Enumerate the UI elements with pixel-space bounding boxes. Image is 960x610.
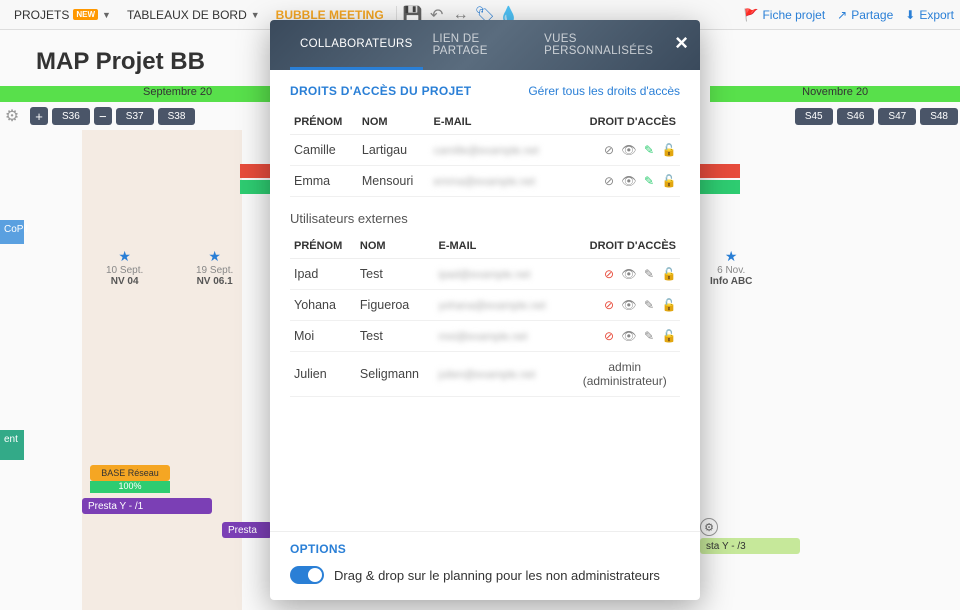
cell-lastname: Test [356,321,435,352]
modal-body: DROITS D'ACCÈS DU PROJET Gérer tous les … [270,70,700,531]
eye-icon[interactable]: 👁 [622,298,636,312]
toggle-row: Drag & drop sur le planning pour les non… [290,566,680,584]
col-lastname: NOM [358,110,430,135]
section-title: DROITS D'ACCÈS DU PROJET [290,84,471,98]
cell-email: julien@example.net [435,352,570,397]
eye-icon[interactable]: 👁 [622,329,636,343]
cell-email: emma@example.net [430,166,567,197]
cell-lastname: Lartigau [358,135,430,166]
table-row: Julien Seligmann julien@example.net admi… [290,352,680,397]
pencil-icon[interactable]: ✎ [642,329,656,343]
cell-access: ⊘ 👁 ✎ 🔓 [566,135,680,166]
cell-lastname: Seligmann [356,352,435,397]
cell-lastname: Test [356,259,435,290]
toggle-knob [308,568,322,582]
eye-icon[interactable]: 👁 [622,174,636,188]
ban-icon[interactable]: ⊘ [602,329,616,343]
cell-firstname: Ipad [290,259,356,290]
collaborators-table: PRÉNOM NOM E-MAIL DROIT D'ACCÈS Camille … [290,110,680,197]
external-users-title: Utilisateurs externes [290,211,680,226]
ban-icon[interactable]: ⊘ [602,174,616,188]
lock-icon[interactable]: 🔓 [662,298,676,312]
lock-icon[interactable]: 🔓 [662,143,676,157]
tab-share-link[interactable]: LIEN DE PARTAGE [423,20,535,70]
col-access: DROIT D'ACCÈS [566,110,680,135]
pencil-icon[interactable]: ✎ [642,267,656,281]
col-firstname: PRÉNOM [290,234,356,259]
cell-firstname: Moi [290,321,356,352]
tab-collaborators[interactable]: COLLABORATEURS [290,20,423,70]
cell-access: admin(administrateur) [569,352,680,397]
cell-firstname: Yohana [290,290,356,321]
eye-icon[interactable]: 👁 [622,267,636,281]
ban-icon[interactable]: ⊘ [602,298,616,312]
modal-footer: OPTIONS Drag & drop sur le planning pour… [270,531,700,600]
tab-custom-views[interactable]: VUES PERSONNALISÉES [534,20,680,70]
pencil-icon[interactable]: ✎ [642,298,656,312]
col-email: E-MAIL [430,110,567,135]
col-access: DROIT D'ACCÈS [569,234,680,259]
cell-firstname: Camille [290,135,358,166]
section-header: DROITS D'ACCÈS DU PROJET Gérer tous les … [290,84,680,98]
cell-access: ⊘ 👁 ✎ 🔓 [569,259,680,290]
cell-email: camille@example.net [430,135,567,166]
eye-icon[interactable]: 👁 [622,143,636,157]
cell-email: yohana@example.net [435,290,570,321]
cell-email: moi@example.net [435,321,570,352]
lock-icon[interactable]: 🔓 [662,174,676,188]
cell-lastname: Figueroa [356,290,435,321]
ban-icon[interactable]: ⊘ [602,267,616,281]
lock-icon[interactable]: 🔓 [662,329,676,343]
access-icons: ⊘ 👁 ✎ 🔓 [573,267,676,281]
externals-table: PRÉNOM NOM E-MAIL DROIT D'ACCÈS Ipad Tes… [290,234,680,397]
modal-header: COLLABORATEURS LIEN DE PARTAGE VUES PERS… [270,20,700,70]
lock-icon[interactable]: 🔓 [662,267,676,281]
table-row: Emma Mensouri emma@example.net ⊘ 👁 ✎ 🔓 [290,166,680,197]
col-email: E-MAIL [435,234,570,259]
access-icons: ⊘ 👁 ✎ 🔓 [573,298,676,312]
cell-access: ⊘ 👁 ✎ 🔓 [569,321,680,352]
access-icons: ⊘ 👁 ✎ 🔓 [570,143,676,157]
drag-drop-toggle[interactable] [290,566,324,584]
cell-access: ⊘ 👁 ✎ 🔓 [566,166,680,197]
table-row: Camille Lartigau camille@example.net ⊘ 👁… [290,135,680,166]
access-icons: ⊘ 👁 ✎ 🔓 [573,329,676,343]
cell-access: ⊘ 👁 ✎ 🔓 [569,290,680,321]
cell-email: ipad@example.net [435,259,570,290]
cell-firstname: Emma [290,166,358,197]
ban-icon[interactable]: ⊘ [602,143,616,157]
cell-firstname: Julien [290,352,356,397]
pencil-icon[interactable]: ✎ [642,143,656,157]
col-firstname: PRÉNOM [290,110,358,135]
access-icons: ⊘ 👁 ✎ 🔓 [570,174,676,188]
table-row: Yohana Figueroa yohana@example.net ⊘ 👁 ✎… [290,290,680,321]
options-title: OPTIONS [290,542,680,556]
col-lastname: NOM [356,234,435,259]
toggle-label: Drag & drop sur le planning pour les non… [334,568,660,583]
cell-lastname: Mensouri [358,166,430,197]
table-row: Moi Test moi@example.net ⊘ 👁 ✎ 🔓 [290,321,680,352]
collaborators-modal: COLLABORATEURS LIEN DE PARTAGE VUES PERS… [270,20,700,600]
table-row: Ipad Test ipad@example.net ⊘ 👁 ✎ 🔓 [290,259,680,290]
manage-rights-link[interactable]: Gérer tous les droits d'accès [528,84,680,98]
modal-overlay: COLLABORATEURS LIEN DE PARTAGE VUES PERS… [0,0,960,610]
pencil-icon[interactable]: ✎ [642,174,656,188]
close-icon[interactable]: × [675,30,688,56]
